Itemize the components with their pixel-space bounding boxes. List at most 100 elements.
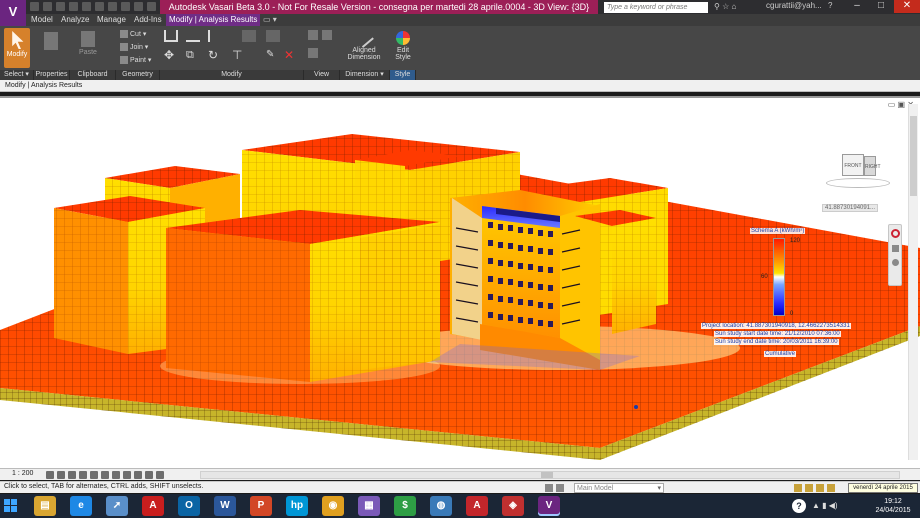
group-dimension[interactable]: Dimension ▾ — [340, 70, 390, 80]
temporary-hide-icon[interactable] — [134, 471, 142, 479]
tab-modify-analysis-results[interactable]: Modify | Analysis Results — [166, 14, 261, 26]
visual-style-icon[interactable] — [57, 471, 65, 479]
view-scale[interactable]: 1 : 200 — [12, 470, 33, 477]
infocenter-icons[interactable]: ⚲ ☆ ⌂ — [714, 2, 736, 11]
hp-app-icon[interactable]: hp — [286, 496, 308, 516]
help-button[interactable]: ? — [828, 1, 832, 10]
view-cube-right[interactable]: RIGHT — [864, 156, 881, 176]
ribbon-minimize-icon[interactable]: ▭ ▾ — [260, 14, 280, 26]
mirror-icon[interactable] — [208, 30, 220, 42]
horizontal-scroll-thumb[interactable] — [541, 472, 553, 478]
vertical-scroll-thumb[interactable] — [910, 116, 917, 196]
tag-icon[interactable] — [121, 2, 130, 11]
binoculars-icon[interactable]: ⚲ — [714, 2, 720, 11]
start-button[interactable] — [4, 499, 18, 513]
detail-level-icon[interactable] — [46, 471, 54, 479]
view-cube-front[interactable]: FRONT — [842, 154, 864, 176]
outlook-icon[interactable]: O — [178, 496, 200, 516]
search-input[interactable]: Type a keyword or phrase — [604, 2, 708, 13]
undo-icon[interactable] — [56, 2, 65, 11]
modify-button[interactable]: Modify — [4, 28, 30, 68]
section-icon[interactable] — [147, 2, 156, 11]
override-icon[interactable] — [322, 30, 332, 40]
array-icon[interactable] — [242, 30, 256, 42]
copy-icon[interactable]: ⧉ — [186, 48, 200, 62]
pan-icon[interactable] — [892, 245, 899, 252]
rocket-app-icon[interactable]: ➚ — [106, 496, 128, 516]
print-icon[interactable] — [82, 2, 91, 11]
horizontal-scrollbar[interactable] — [200, 471, 900, 479]
trim-icon[interactable]: ⊤ — [232, 48, 246, 62]
acrobat-icon[interactable]: A — [142, 496, 164, 516]
aligned-dimension-button[interactable]: Aligned Dimension — [343, 28, 385, 68]
minimize-button[interactable]: – — [846, 0, 868, 13]
offset-icon[interactable] — [186, 30, 200, 42]
redo-icon[interactable] — [69, 2, 78, 11]
reveal-hidden-icon[interactable] — [145, 471, 153, 479]
vasari-alt-icon[interactable]: ◈ — [502, 496, 524, 516]
chrome-icon[interactable]: ◉ — [322, 496, 344, 516]
select-links-icon[interactable] — [794, 484, 802, 492]
analysis-display-icon[interactable] — [156, 471, 164, 479]
user-account[interactable]: cgurattii@yah... — [766, 1, 822, 10]
save-icon[interactable] — [43, 2, 52, 11]
join-button[interactable]: Join ▾ — [120, 43, 148, 52]
default-3d-view-icon[interactable] — [134, 2, 143, 11]
paste-button[interactable]: Paste — [76, 28, 100, 68]
measure-icon[interactable] — [95, 2, 104, 11]
tab-add-ins[interactable]: Add-Ins — [131, 14, 165, 26]
dollar-app-icon[interactable]: $ — [394, 496, 416, 516]
view-cube[interactable]: FRONT RIGHT — [826, 148, 890, 188]
view-cube-compass-ring[interactable] — [826, 178, 890, 188]
rotate-icon[interactable]: ↻ — [208, 48, 222, 62]
vasari-icon[interactable]: V — [538, 496, 560, 516]
dimension-icon[interactable] — [108, 2, 117, 11]
filter-icon[interactable] — [827, 484, 835, 492]
edit-style-button[interactable]: Edit Style — [390, 28, 416, 68]
close-button[interactable]: ✕ — [894, 0, 920, 13]
crop-view-icon[interactable] — [101, 471, 109, 479]
communication-icon[interactable]: ⌂ — [732, 2, 737, 11]
maximize-button[interactable]: □ — [870, 0, 892, 13]
align-icon[interactable] — [164, 30, 178, 42]
word-icon[interactable]: W — [214, 496, 236, 516]
delete-icon[interactable]: ✕ — [284, 48, 298, 62]
globe-app-icon[interactable]: ◍ — [430, 496, 452, 516]
app-menu-button[interactable]: V — [0, 0, 26, 26]
system-tray-icons[interactable]: ▲ ▮ ◀) — [812, 501, 838, 510]
rendering-icon[interactable] — [90, 471, 98, 479]
select-pinned-icon[interactable] — [816, 484, 824, 492]
scale-icon[interactable] — [266, 30, 280, 42]
show-crop-icon[interactable] — [112, 471, 120, 479]
powerpoint-icon[interactable]: P — [250, 496, 272, 516]
open-icon[interactable] — [30, 2, 39, 11]
tab-analyze[interactable]: Analyze — [58, 14, 92, 26]
tray-help-icon[interactable]: ? — [792, 499, 806, 513]
vertical-scrollbar[interactable] — [908, 104, 918, 460]
file-explorer-icon[interactable]: ▤ — [34, 496, 56, 516]
pin-icon[interactable]: ✎ — [266, 48, 280, 62]
shadows-icon[interactable] — [79, 471, 87, 479]
linework-icon[interactable] — [308, 48, 318, 58]
paint-button[interactable]: Paint ▾ — [120, 56, 151, 65]
design-options-icon[interactable] — [556, 484, 564, 492]
hide-icon[interactable] — [308, 30, 318, 40]
group-select[interactable]: Select ▾ — [0, 70, 34, 80]
subscription-icon[interactable]: ☆ — [722, 2, 729, 11]
cut-button[interactable]: Cut ▾ — [120, 30, 146, 39]
model-select[interactable]: Main Model — [574, 483, 664, 493]
move-icon[interactable]: ✥ — [164, 48, 178, 62]
clock[interactable]: 19:12 24/04/2015 — [866, 497, 920, 515]
tab-model[interactable]: Model — [28, 14, 56, 26]
lock-view-icon[interactable] — [123, 471, 131, 479]
select-underlay-icon[interactable] — [805, 484, 813, 492]
tab-manage[interactable]: Manage — [94, 14, 129, 26]
properties-button[interactable] — [40, 30, 62, 64]
3d-viewport[interactable]: ▭ ▣ ✕ FRONT RIGHT 41.88730194091... Sche… — [0, 96, 920, 468]
worksets-icon[interactable] — [545, 484, 553, 492]
grid-app-icon[interactable]: ▦ — [358, 496, 380, 516]
autodesk-a-icon[interactable]: A — [466, 496, 488, 516]
zoom-icon[interactable] — [892, 259, 899, 266]
sun-path-icon[interactable] — [68, 471, 76, 479]
steering-wheel-icon[interactable] — [891, 229, 900, 238]
